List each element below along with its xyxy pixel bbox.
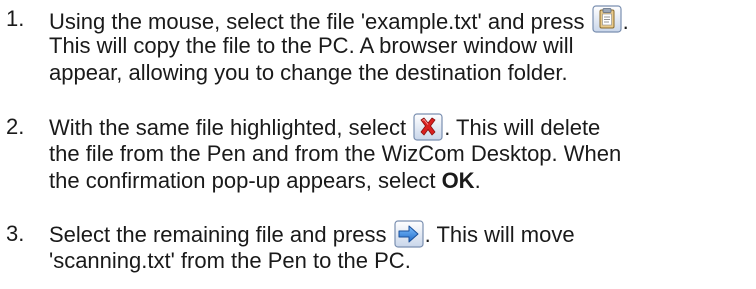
step-text-segment: .	[474, 168, 481, 193]
step-text-segment: .	[622, 9, 629, 34]
step-text: With the same file highlighted, select .…	[49, 113, 754, 194]
step-text: Select the remaining file and press . Th…	[49, 220, 754, 274]
step-text-segment: With the same file highlighted, select	[49, 115, 413, 140]
step-text-segment: . This will move	[424, 222, 575, 247]
step-number: 3.	[6, 221, 25, 246]
copy-clipboard-icon	[591, 5, 622, 33]
step-text-line: This will copy the file to the PC. A bro…	[49, 33, 574, 58]
step-text-line: 'scanning.txt' from the Pen to the PC.	[49, 248, 411, 273]
step-text-segment: Using the mouse, select the file 'exampl…	[49, 9, 591, 34]
step-text-segment: . This will delete	[444, 115, 601, 140]
step-text-line: appear, allowing you to change the desti…	[49, 60, 568, 85]
step-number: 1.	[6, 6, 25, 31]
step-text-segment: the confirmation pop-up appears, select	[49, 168, 442, 193]
step-text: Using the mouse, select the file 'exampl…	[49, 5, 754, 86]
step-number: 2.	[6, 114, 25, 139]
delete-x-icon	[413, 113, 443, 141]
step-text-segment: Select the remaining file and press	[49, 222, 393, 247]
move-arrow-icon	[394, 220, 424, 248]
step-text-line: the file from the Pen and from the WizCo…	[49, 141, 622, 166]
ok-emphasis: OK	[441, 168, 475, 193]
